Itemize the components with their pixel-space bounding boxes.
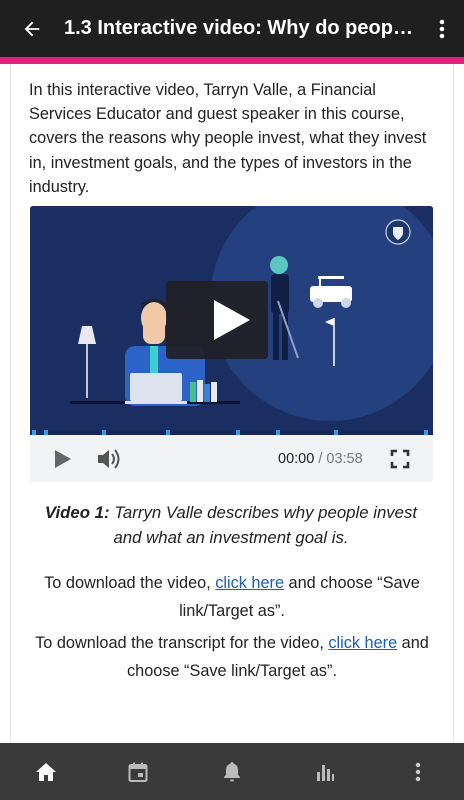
content-card: In this interactive video, Tarryn Valle,… bbox=[10, 64, 454, 743]
app-bar: 1.3 Interactive video: Why do people inv… bbox=[0, 0, 464, 57]
home-icon bbox=[36, 762, 56, 781]
caption-label: Video 1: bbox=[44, 503, 110, 522]
video-illustration bbox=[30, 206, 433, 435]
accent-stripe bbox=[0, 57, 464, 64]
time-separator: / bbox=[314, 451, 327, 467]
current-time: 00:00 bbox=[278, 451, 315, 467]
play-icon bbox=[55, 450, 71, 468]
nav-progress[interactable] bbox=[295, 743, 355, 800]
calendar-icon bbox=[128, 762, 148, 782]
video-thumbnail[interactable] bbox=[30, 206, 433, 435]
download-video-link[interactable]: click here bbox=[215, 574, 284, 592]
nav-calendar[interactable] bbox=[108, 743, 168, 800]
nav-notifications[interactable] bbox=[202, 743, 262, 800]
bottom-navigation bbox=[0, 743, 464, 800]
duration: 03:58 bbox=[326, 451, 363, 467]
nav-more[interactable] bbox=[388, 743, 448, 800]
intro-paragraph: In this interactive video, Tarryn Valle,… bbox=[29, 81, 427, 196]
download-video-prefix: To download the video, bbox=[44, 574, 216, 592]
back-button[interactable] bbox=[0, 0, 64, 57]
bell-icon bbox=[224, 761, 240, 781]
caption-text: Tarryn Valle describes why people invest… bbox=[109, 503, 418, 547]
fullscreen-icon bbox=[390, 449, 410, 469]
download-transcript-text: To download the transcript for the video… bbox=[25, 630, 439, 685]
more-vertical-icon bbox=[439, 19, 445, 38]
volume-icon bbox=[98, 449, 120, 469]
overflow-menu-button[interactable] bbox=[426, 0, 458, 57]
fullscreen-button[interactable] bbox=[390, 449, 410, 474]
volume-button[interactable] bbox=[96, 448, 122, 475]
video-controls: 00:00 / 03:58 bbox=[30, 435, 433, 482]
play-button[interactable] bbox=[52, 449, 72, 474]
video-player[interactable]: 00:00 / 03:58 bbox=[30, 206, 433, 482]
arrow-left-icon bbox=[24, 21, 40, 36]
more-vertical-icon bbox=[415, 762, 421, 781]
download-transcript-prefix: To download the transcript for the video… bbox=[35, 634, 329, 652]
bar-chart-icon bbox=[317, 764, 334, 781]
video-caption: Video 1: Tarryn Valle describes why peop… bbox=[31, 500, 431, 550]
page-title: 1.3 Interactive video: Why do people inv… bbox=[64, 17, 414, 39]
download-video-text: To download the video, click here and ch… bbox=[25, 570, 439, 625]
download-transcript-link[interactable]: click here bbox=[328, 634, 397, 652]
nav-home[interactable] bbox=[16, 743, 76, 800]
time-display: 00:00 / 03:58 bbox=[278, 451, 363, 467]
